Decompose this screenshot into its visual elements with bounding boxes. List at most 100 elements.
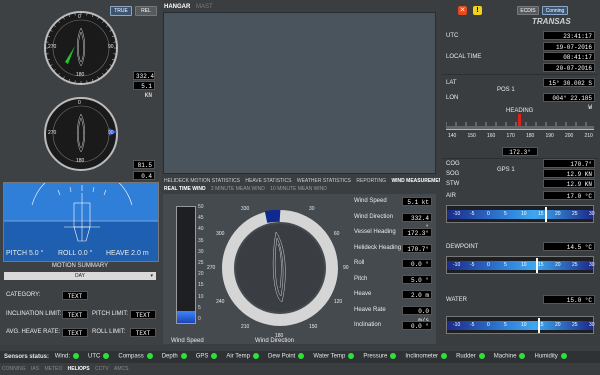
temp-tick: 25 — [572, 322, 578, 328]
wind-direction-tick: 330 — [241, 206, 250, 213]
temp-tick: 30 — [589, 322, 595, 328]
brand-logo: TRANSAS — [532, 17, 571, 26]
compass1-e: 90 — [108, 44, 114, 50]
temp-tick: -5 — [470, 262, 475, 268]
rel-button[interactable]: REL — [135, 6, 157, 16]
tab-hangar[interactable]: HANGAR — [164, 4, 190, 10]
tab-mast[interactable]: MAST — [196, 4, 213, 10]
local-time: 08:41:17 — [543, 52, 595, 61]
status-ok-icon — [211, 353, 218, 359]
temp-tick: 25 — [572, 262, 578, 268]
status-ok-icon — [519, 353, 526, 359]
lon-label: LON — [446, 95, 459, 101]
gps-source: GPS 1 — [497, 167, 515, 173]
wind-speed-tick: 15 — [198, 282, 204, 289]
select-value: DAY — [75, 273, 85, 279]
tab-heave-statistics[interactable]: HEAVE STATISTICS — [245, 178, 291, 184]
alarm-close-icon[interactable]: ✕ — [458, 6, 467, 15]
sensor-status-item: Air Temp — [226, 353, 259, 360]
tab-meteo[interactable]: METEO — [44, 366, 62, 372]
status-ok-icon — [103, 353, 110, 359]
sog-value: 12.9 KN — [543, 169, 595, 178]
wind-readout-label: Heave Rate — [354, 306, 386, 313]
temp-tick: -5 — [470, 322, 475, 328]
temp-marker-icon — [544, 207, 547, 222]
tab-2-minute-mean-wind[interactable]: 2 MINUTE MEAN WIND — [211, 186, 265, 192]
lat-value: 15° 30.002 S — [543, 78, 595, 87]
temp-tick: 10 — [521, 262, 527, 268]
sensor-name: Dew Point — [267, 353, 296, 360]
sensor-status-item: GPS — [196, 353, 218, 360]
tab-wind-measurement[interactable]: WIND MEASUREMENT — [391, 178, 445, 184]
temp-marker-icon — [536, 258, 539, 273]
tab-reporting[interactable]: REPORTING — [356, 178, 386, 184]
temp-tick: 30 — [589, 262, 595, 268]
tab-ias[interactable]: IAS — [31, 366, 39, 372]
wind-readout-value: 0.0 ° — [402, 321, 432, 330]
compass2-w: 270 — [48, 130, 57, 136]
tab-amcs[interactable]: AMCS — [114, 366, 128, 372]
tab-cctv[interactable]: CCTV — [95, 366, 109, 372]
true-button[interactable]: TRUE — [110, 6, 132, 16]
air-value: 17.0 °C — [543, 191, 595, 200]
sensor-status-item: Humidity — [534, 353, 567, 360]
pitch-limit-label: PITCH LIMIT: — [92, 311, 129, 317]
wind-mode-tabs: REAL TIME WIND 2 MINUTE MEAN WIND 10 MIN… — [164, 186, 331, 192]
wind-readout-label: Heave — [354, 291, 372, 297]
sensor-name: Water Temp — [313, 353, 346, 360]
heading-tick: 150 — [467, 133, 476, 139]
compass1-s: 180 — [76, 72, 85, 78]
wind-readout-label: Pitch — [354, 275, 368, 282]
roll-limit-value: TEXT — [130, 328, 156, 337]
speed-readout-2: 0.4 KN — [133, 171, 155, 189]
dewpoint-label: DEWPOINT — [446, 244, 479, 250]
wind-readout-value: 2.0 m — [402, 290, 432, 299]
compass2-e: 90 — [108, 130, 114, 136]
status-ok-icon — [298, 353, 305, 359]
conning-button[interactable]: Conning — [542, 6, 568, 15]
wind-readout-label: Wind Direction — [354, 213, 394, 220]
heave-value: HEAVE 2.0 m — [106, 250, 149, 257]
divider — [442, 74, 598, 75]
heading-tick: 170 — [506, 133, 515, 139]
local-date: 20-07-2016 — [543, 63, 595, 72]
ecdis-button[interactable]: ECDIS — [517, 6, 539, 15]
motion-summary-title: MOTION SUMMARY — [51, 263, 109, 269]
sensors-status-title: Sensors status: — [4, 353, 50, 360]
tab-10-minute-mean-wind[interactable]: 10 MINUTE MEAN WIND — [270, 186, 327, 192]
stw-label: STW — [446, 181, 460, 187]
tab-heliops[interactable]: HELIOPS — [68, 366, 90, 372]
speed-readout-1: 5.1 KN — [133, 81, 155, 99]
sensor-name: Humidity — [534, 353, 558, 360]
wind-readout-label: Helideck Heading — [354, 244, 402, 251]
temp-tick: 10 — [521, 211, 527, 217]
wind-speed-tick: 45 — [198, 215, 204, 222]
sensor-status-item: Rudder — [456, 353, 485, 360]
sensor-status-item: Machine — [494, 353, 526, 360]
tab-real-time-wind[interactable]: REAL TIME WIND — [164, 186, 206, 192]
heading-value: 172.3° — [502, 147, 538, 156]
wind-direction-tick: 150 — [309, 323, 318, 330]
temp-marker-icon — [538, 318, 540, 333]
sog-label: SOG — [446, 171, 460, 177]
temp-tick: 15 — [538, 211, 544, 217]
wind-speed-caption: Wind Speed — [171, 338, 204, 344]
sensor-name: Pressure — [363, 353, 388, 360]
wind-direction-tick: 60 — [333, 231, 340, 237]
sensor-status-item: Depth — [162, 353, 187, 360]
lon-value: 004° 22.185 W — [543, 93, 595, 111]
wind-readout-value: 0.0 ° — [402, 259, 432, 268]
roll-limit-label: ROLL LIMIT: — [92, 329, 126, 335]
tab-conning[interactable]: CONNING — [2, 366, 26, 372]
tab-weather-statistics[interactable]: WEATHER STATISTICS — [297, 178, 351, 184]
wind-direction-tick: 300 — [216, 231, 225, 237]
wind-readout-label: Vessel Heading — [354, 229, 396, 235]
temp-tick: -10 — [453, 322, 461, 328]
heading-marker-icon — [518, 114, 521, 126]
motion-summary-select[interactable]: DAY ▾ — [4, 272, 156, 280]
tab-helideck-motion-statistics[interactable]: HELIDECK MOTION STATISTICS — [164, 178, 240, 184]
warning-icon[interactable]: ! — [473, 6, 482, 15]
status-ok-icon — [478, 353, 485, 359]
cog-value: 170.7° — [543, 159, 595, 168]
status-ok-icon — [252, 353, 259, 359]
